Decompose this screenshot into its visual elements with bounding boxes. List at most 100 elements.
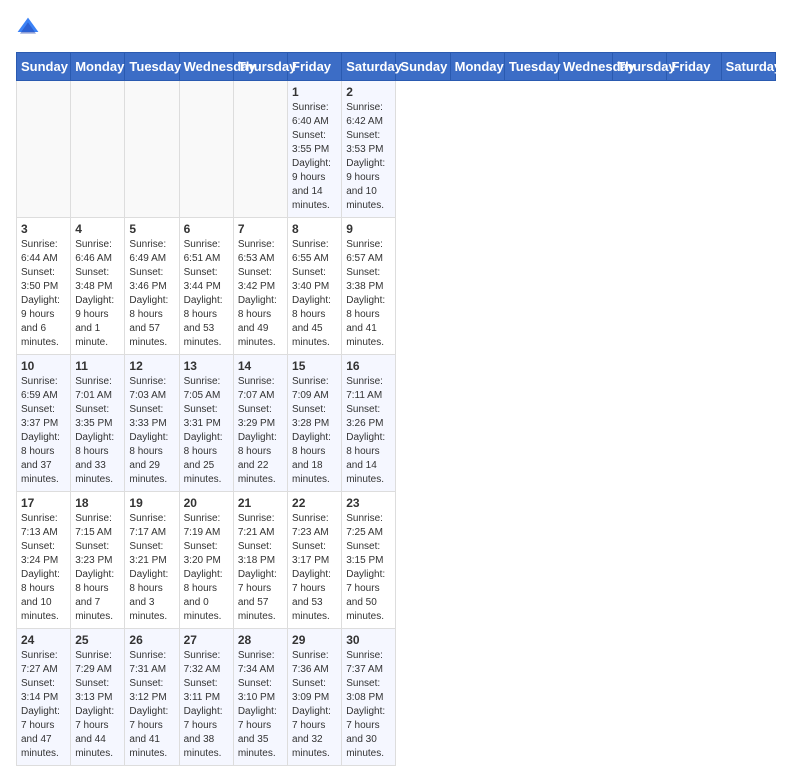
week-row-3: 17 Sunrise: 7:13 AM Sunset: 3:24 PM Dayli…: [17, 492, 776, 629]
day-info: Sunrise: 6:59 AM Sunset: 3:37 PM Dayligh…: [21, 375, 66, 487]
day-info: Sunrise: 6:51 AM Sunset: 3:44 PM Dayligh…: [184, 238, 229, 350]
day-number: 4: [75, 222, 120, 236]
week-row-2: 10Sunrise: 6:59 AM Sunset: 3:37 PM Dayli…: [17, 355, 776, 492]
day-info: Sunrise: 7:01 AM Sunset: 3:35 PM Dayligh…: [75, 375, 120, 487]
day-info: Sunrise: 7:05 AM Sunset: 3:31 PM Dayligh…: [184, 375, 229, 487]
day-info: Sunrise: 6:44 AM Sunset: 3:50 PM Dayligh…: [21, 238, 66, 350]
day-info: Sunrise: 7:07 AM Sunset: 3:29 PM Dayligh…: [238, 375, 283, 487]
day-info: Sunrise: 7:36 AM Sunset: 3:09 PM Dayligh…: [292, 649, 337, 761]
day-cell: 5Sunrise: 6:49 AM Sunset: 3:46 PM Daylig…: [125, 218, 179, 355]
day-number: 8: [292, 222, 337, 236]
day-info: Sunrise: 6:42 AM Sunset: 3:53 PM Dayligh…: [346, 101, 391, 213]
day-info: Sunrise: 6:53 AM Sunset: 3:42 PM Dayligh…: [238, 238, 283, 350]
day-cell: 11 Sunrise: 7:01 AM Sunset: 3:35 PM Dayli…: [71, 355, 125, 492]
day-info: Sunrise: 7:13 AM Sunset: 3:24 PM Dayligh…: [21, 512, 66, 624]
week-row-1: 3Sunrise: 6:44 AM Sunset: 3:50 PM Daylig…: [17, 218, 776, 355]
day-number: 28: [238, 633, 283, 647]
day-cell: 19 Sunrise: 7:17 AM Sunset: 3:21 PM Dayli…: [125, 492, 179, 629]
day-cell: 21Sunrise: 7:21 AM Sunset: 3:18 PM Dayli…: [233, 492, 287, 629]
day-info: Sunrise: 7:15 AM Sunset: 3:23 PM Dayligh…: [75, 512, 120, 624]
day-number: 11: [75, 359, 120, 373]
day-info: Sunrise: 7:37 AM Sunset: 3:08 PM Dayligh…: [346, 649, 391, 761]
day-number: 6: [184, 222, 229, 236]
logo-icon: [16, 16, 40, 40]
day-info: Sunrise: 7:34 AM Sunset: 3:10 PM Dayligh…: [238, 649, 283, 761]
day-info: Sunrise: 7:11 AM Sunset: 3:26 PM Dayligh…: [346, 375, 391, 487]
day-info: Sunrise: 6:46 AM Sunset: 3:48 PM Dayligh…: [75, 238, 120, 350]
day-cell: 10Sunrise: 6:59 AM Sunset: 3:37 PM Dayli…: [17, 355, 71, 492]
day-cell: 13 Sunrise: 7:05 AM Sunset: 3:31 PM Dayli…: [179, 355, 233, 492]
day-number: 18: [75, 496, 120, 510]
header-wednesday: Wednesday: [179, 53, 233, 81]
header-wednesday: Wednesday: [559, 53, 613, 81]
day-cell: 20 Sunrise: 7:19 AM Sunset: 3:20 PM Dayli…: [179, 492, 233, 629]
header-friday: Friday: [288, 53, 342, 81]
calendar-header-row: SundayMondayTuesdayWednesdayThursdayFrid…: [17, 53, 776, 81]
day-cell: 6 Sunrise: 6:51 AM Sunset: 3:44 PM Daylig…: [179, 218, 233, 355]
day-info: Sunrise: 7:27 AM Sunset: 3:14 PM Dayligh…: [21, 649, 66, 761]
day-info: Sunrise: 7:32 AM Sunset: 3:11 PM Dayligh…: [184, 649, 229, 761]
header-thursday: Thursday: [613, 53, 667, 81]
day-cell: 29Sunrise: 7:36 AM Sunset: 3:09 PM Dayli…: [288, 629, 342, 766]
day-cell: 14 Sunrise: 7:07 AM Sunset: 3:29 PM Dayli…: [233, 355, 287, 492]
day-cell: [233, 81, 287, 218]
day-cell: 18 Sunrise: 7:15 AM Sunset: 3:23 PM Dayli…: [71, 492, 125, 629]
day-info: Sunrise: 7:09 AM Sunset: 3:28 PM Dayligh…: [292, 375, 337, 487]
day-number: 1: [292, 85, 337, 99]
day-cell: 15 Sunrise: 7:09 AM Sunset: 3:28 PM Dayli…: [288, 355, 342, 492]
day-cell: [17, 81, 71, 218]
day-number: 25: [75, 633, 120, 647]
day-cell: 1 Sunrise: 6:40 AM Sunset: 3:55 PM Daylig…: [288, 81, 342, 218]
header-tuesday: Tuesday: [125, 53, 179, 81]
day-info: Sunrise: 6:40 AM Sunset: 3:55 PM Dayligh…: [292, 101, 337, 213]
day-cell: 25 Sunrise: 7:29 AM Sunset: 3:13 PM Dayli…: [71, 629, 125, 766]
day-cell: 28 Sunrise: 7:34 AM Sunset: 3:10 PM Dayli…: [233, 629, 287, 766]
day-cell: 7 Sunrise: 6:53 AM Sunset: 3:42 PM Daylig…: [233, 218, 287, 355]
day-cell: [71, 81, 125, 218]
day-number: 7: [238, 222, 283, 236]
day-number: 21: [238, 496, 283, 510]
day-number: 9: [346, 222, 391, 236]
day-info: Sunrise: 6:55 AM Sunset: 3:40 PM Dayligh…: [292, 238, 337, 350]
day-cell: 24 Sunrise: 7:27 AM Sunset: 3:14 PM Dayli…: [17, 629, 71, 766]
day-cell: 23 Sunrise: 7:25 AM Sunset: 3:15 PM Dayli…: [342, 492, 396, 629]
day-number: 16: [346, 359, 391, 373]
day-info: Sunrise: 7:29 AM Sunset: 3:13 PM Dayligh…: [75, 649, 120, 761]
header-sunday: Sunday: [17, 53, 71, 81]
day-info: Sunrise: 7:19 AM Sunset: 3:20 PM Dayligh…: [184, 512, 229, 624]
day-cell: 8 Sunrise: 6:55 AM Sunset: 3:40 PM Daylig…: [288, 218, 342, 355]
header-tuesday: Tuesday: [504, 53, 558, 81]
day-info: Sunrise: 7:23 AM Sunset: 3:17 PM Dayligh…: [292, 512, 337, 624]
day-number: 30: [346, 633, 391, 647]
day-cell: 30 Sunrise: 7:37 AM Sunset: 3:08 PM Dayli…: [342, 629, 396, 766]
header-monday: Monday: [71, 53, 125, 81]
day-cell: 9 Sunrise: 6:57 AM Sunset: 3:38 PM Daylig…: [342, 218, 396, 355]
day-number: 22: [292, 496, 337, 510]
header-saturday: Saturday: [721, 53, 775, 81]
day-number: 17: [21, 496, 66, 510]
day-number: 12: [129, 359, 174, 373]
week-row-0: 1 Sunrise: 6:40 AM Sunset: 3:55 PM Daylig…: [17, 81, 776, 218]
day-number: 13: [184, 359, 229, 373]
day-cell: 4 Sunrise: 6:46 AM Sunset: 3:48 PM Daylig…: [71, 218, 125, 355]
day-info: Sunrise: 7:03 AM Sunset: 3:33 PM Dayligh…: [129, 375, 174, 487]
day-info: Sunrise: 7:25 AM Sunset: 3:15 PM Dayligh…: [346, 512, 391, 624]
day-number: 20: [184, 496, 229, 510]
calendar-table: SundayMondayTuesdayWednesdayThursdayFrid…: [16, 52, 776, 766]
day-cell: [125, 81, 179, 218]
day-number: 23: [346, 496, 391, 510]
day-cell: 27Sunrise: 7:32 AM Sunset: 3:11 PM Dayli…: [179, 629, 233, 766]
header-sunday: Sunday: [396, 53, 450, 81]
header-monday: Monday: [450, 53, 504, 81]
day-info: Sunrise: 6:57 AM Sunset: 3:38 PM Dayligh…: [346, 238, 391, 350]
day-cell: 22 Sunrise: 7:23 AM Sunset: 3:17 PM Dayli…: [288, 492, 342, 629]
day-number: 15: [292, 359, 337, 373]
day-number: 14: [238, 359, 283, 373]
day-info: Sunrise: 7:31 AM Sunset: 3:12 PM Dayligh…: [129, 649, 174, 761]
day-number: 19: [129, 496, 174, 510]
day-number: 24: [21, 633, 66, 647]
day-number: 5: [129, 222, 174, 236]
day-cell: 12 Sunrise: 7:03 AM Sunset: 3:33 PM Dayli…: [125, 355, 179, 492]
header-thursday: Thursday: [233, 53, 287, 81]
day-info: Sunrise: 7:17 AM Sunset: 3:21 PM Dayligh…: [129, 512, 174, 624]
